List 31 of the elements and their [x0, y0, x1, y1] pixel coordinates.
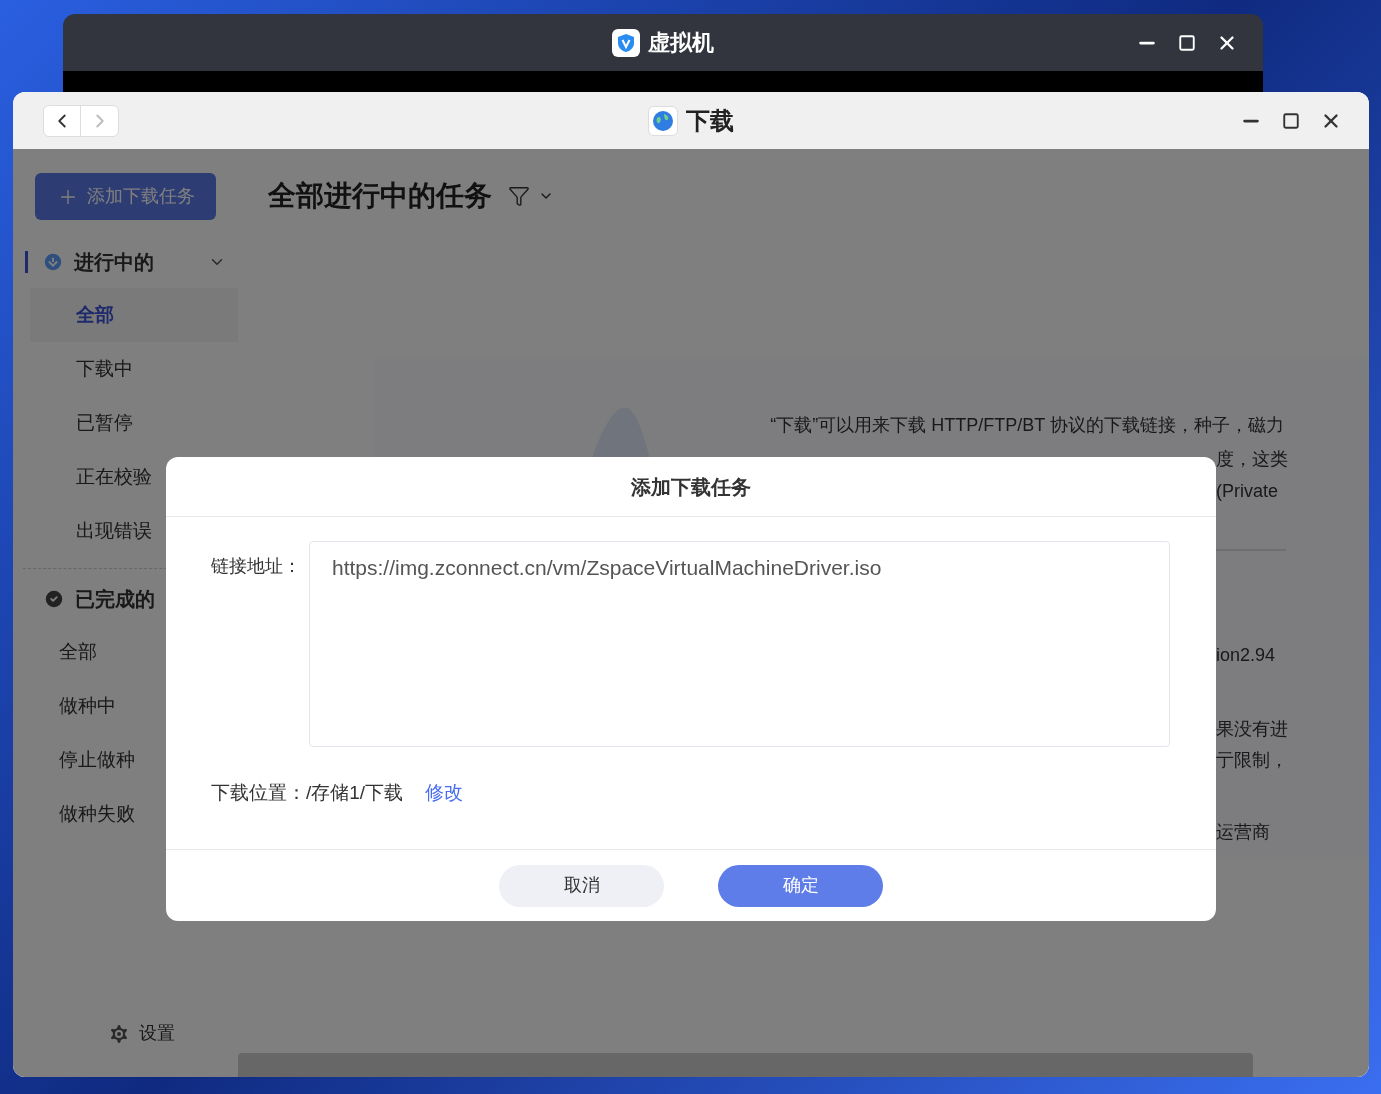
sidebar-item[interactable]: 全部 [30, 288, 238, 342]
maximize-icon[interactable] [1282, 112, 1300, 130]
section-title: 已完成的 [75, 587, 155, 612]
filter-icon[interactable] [508, 185, 530, 207]
sidebar-item[interactable]: 已暂停 [30, 396, 238, 450]
window-title: 虚拟机 [648, 29, 714, 57]
link-field[interactable]: https://img.zconnect.cn/vm/ZspaceVirtualMachineDriver.iso [309, 541, 1170, 747]
confirm-button[interactable]: 确定 [718, 864, 883, 907]
globe-icon [648, 105, 678, 136]
intro-text: “下载”可以用来下载 HTTP/FTP/BT 协议的下载链接，种子，磁力 [770, 414, 1284, 437]
scrollbar[interactable] [238, 1053, 1253, 1077]
download-icon [42, 251, 64, 273]
dialog-title: 添加下载任务 [631, 474, 751, 500]
change-link[interactable]: 修改 [425, 779, 464, 808]
intro-text: 亍限制， [1216, 749, 1288, 772]
intro-text: 运营商 [1216, 821, 1270, 844]
sidebar-item[interactable]: 下载中 [30, 342, 238, 396]
field-label: 链接地址： [211, 555, 302, 578]
page-title: 全部进行中的任务 [268, 179, 492, 213]
shield-icon [612, 28, 640, 57]
section-title: 进行中的 [74, 250, 154, 275]
window-title: 下载 [686, 105, 734, 136]
intro-text: 果没有进 [1216, 718, 1288, 741]
settings-link[interactable]: 设置 [138, 1020, 175, 1047]
add-task-button[interactable]: 添加下载任务 [35, 173, 216, 220]
download-location: 下载位置：/存储1/下载 [211, 781, 404, 805]
cancel-button[interactable]: 取消 [499, 864, 664, 907]
intro-text: (Private [1216, 480, 1278, 503]
check-icon [43, 588, 65, 610]
intro-text: 度，这类 [1216, 448, 1288, 471]
intro-text: ion2.94 [1216, 644, 1276, 667]
